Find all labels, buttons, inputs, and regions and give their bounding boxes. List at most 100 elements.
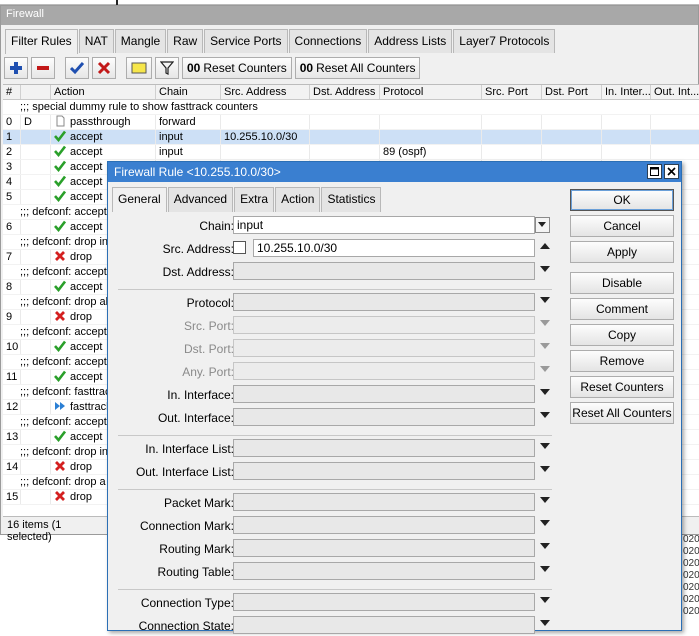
add-button[interactable] — [4, 57, 28, 79]
close-button[interactable] — [664, 164, 679, 179]
expand-down-icon[interactable] — [540, 389, 550, 395]
collapse-up-icon[interactable] — [540, 243, 550, 249]
packet-mark-label: Packet Mark: — [163, 496, 234, 510]
tab-service-ports[interactable]: Service Ports — [204, 29, 288, 53]
expand-down-icon[interactable] — [540, 597, 550, 603]
rule-action-text: accept — [70, 161, 103, 173]
tab-filter-rules[interactable]: Filter Rules — [5, 29, 78, 54]
rule-flag — [21, 175, 51, 189]
dst-port-label: Dst. Port: — [183, 342, 234, 356]
tab-statistics[interactable]: Statistics — [321, 187, 382, 212]
routing-table-label: Routing Table: — [157, 565, 235, 579]
tab-general[interactable]: General — [112, 187, 167, 212]
column-flags[interactable] — [21, 85, 51, 99]
column-chain[interactable]: Chain — [156, 85, 221, 99]
accept-icon — [54, 160, 67, 173]
packet-mark-field[interactable] — [233, 493, 535, 511]
rule-chain: input — [156, 145, 221, 159]
expand-down-icon[interactable] — [540, 566, 550, 572]
accept-icon — [54, 145, 67, 158]
column-dst-port[interactable]: Dst. Port — [542, 85, 602, 99]
dialog-tabs: General Advanced Extra Action Statistics — [112, 187, 382, 212]
column-out-interface[interactable]: Out. Int... — [651, 85, 699, 99]
routing-table-row: Routing Table: — [114, 562, 562, 582]
comment-button[interactable] — [126, 57, 152, 79]
column-protocol[interactable]: Protocol — [380, 85, 482, 99]
expand-down-icon[interactable] — [540, 297, 550, 303]
in-interface-list-field[interactable] — [233, 439, 535, 457]
rule-flag-text: D — [24, 116, 32, 128]
column-src-address[interactable]: Src. Address — [221, 85, 310, 99]
expand-down-icon — [540, 366, 550, 372]
ok-button[interactable]: OK — [570, 189, 674, 211]
enable-button[interactable] — [65, 57, 89, 79]
column-in-interface[interactable]: In. Inter... — [602, 85, 651, 99]
expand-down-icon[interactable] — [540, 543, 550, 549]
column-number[interactable]: # — [3, 85, 21, 99]
column-action[interactable]: Action — [51, 85, 156, 99]
expand-down-icon[interactable] — [540, 443, 550, 449]
rule-number: 12 — [3, 400, 21, 414]
rule-out-interface — [651, 115, 699, 129]
in-interface-field[interactable] — [233, 385, 535, 403]
cancel-button[interactable]: Cancel — [570, 215, 674, 237]
expand-down-icon[interactable] — [540, 266, 550, 272]
table-header: # Action Chain Src. Address Dst. Address… — [3, 85, 699, 100]
remove-button[interactable]: Remove — [570, 350, 674, 372]
expand-down-icon[interactable] — [540, 520, 550, 526]
expand-down-icon[interactable] — [540, 620, 550, 626]
tab-layer7-protocols[interactable]: Layer7 Protocols — [453, 29, 556, 53]
rule-flag — [21, 490, 51, 504]
tab-extra[interactable]: Extra — [234, 187, 275, 212]
table-row[interactable]: 2 accept input 89 (ospf) — [3, 145, 699, 160]
reset-counters-button[interactable]: Reset Counters — [570, 376, 674, 398]
rule-comment: ;;; defconf: accept — [20, 416, 107, 428]
comment-row[interactable]: ;;; special dummy rule to show fasttrack… — [3, 100, 699, 115]
remove-button[interactable] — [31, 57, 55, 79]
column-dst-address[interactable]: Dst. Address — [310, 85, 380, 99]
copy-button[interactable]: Copy — [570, 324, 674, 346]
tab-connections[interactable]: Connections — [288, 29, 368, 53]
expand-down-icon[interactable] — [540, 497, 550, 503]
tab-action[interactable]: Action — [275, 187, 321, 212]
tab-raw[interactable]: Raw — [167, 29, 204, 53]
disable-button[interactable] — [92, 57, 116, 79]
filter-button[interactable] — [155, 57, 179, 79]
maximize-button[interactable] — [647, 164, 662, 179]
routing-mark-field[interactable] — [233, 539, 535, 557]
column-src-port[interactable]: Src. Port — [482, 85, 542, 99]
out-interface-list-label: Out. Interface List: — [135, 465, 234, 479]
expand-down-icon[interactable] — [540, 412, 550, 418]
routing-table-field[interactable] — [233, 562, 535, 580]
chain-dropdown-button[interactable] — [535, 217, 550, 233]
src-address-field[interactable]: 10.255.10.0/30 — [253, 239, 535, 257]
src-address-not-checkbox[interactable] — [233, 241, 246, 254]
tab-advanced[interactable]: Advanced — [167, 187, 234, 212]
connection-mark-field[interactable] — [233, 516, 535, 534]
connection-type-row: Connection Type: — [114, 593, 562, 613]
apply-button[interactable]: Apply — [570, 241, 674, 263]
reset-all-counters-button[interactable]: 00 Reset All Counters — [294, 57, 421, 79]
rule-protocol — [380, 130, 482, 144]
connection-state-field[interactable] — [233, 616, 535, 634]
tab-mangle[interactable]: Mangle — [114, 29, 167, 53]
rule-comment: ;;; defconf: drop all — [20, 296, 111, 308]
comment-button[interactable]: Comment — [570, 298, 674, 320]
chain-combobox[interactable]: input — [233, 216, 535, 234]
protocol-field[interactable] — [233, 293, 535, 311]
reset-all-counters-button[interactable]: Reset All Counters — [570, 402, 674, 424]
table-row[interactable]: 0 Dpassthrough forward — [3, 115, 699, 130]
disable-button[interactable]: Disable — [570, 272, 674, 294]
passthrough-icon — [54, 115, 66, 127]
rule-comment: ;;; defconf: accept — [20, 206, 107, 218]
table-row[interactable]: 1 accept input 10.255.10.0/30 — [3, 130, 699, 145]
expand-down-icon[interactable] — [540, 466, 550, 472]
out-interface-field[interactable] — [233, 408, 535, 426]
tab-nat[interactable]: NAT — [78, 29, 114, 53]
connection-type-field[interactable] — [233, 593, 535, 611]
reset-counters-button[interactable]: 00 Reset Counters — [182, 57, 292, 79]
dst-address-field[interactable] — [233, 262, 535, 280]
out-interface-list-field[interactable] — [233, 462, 535, 480]
tab-address-lists[interactable]: Address Lists — [368, 29, 453, 53]
rule-flag — [21, 190, 51, 204]
